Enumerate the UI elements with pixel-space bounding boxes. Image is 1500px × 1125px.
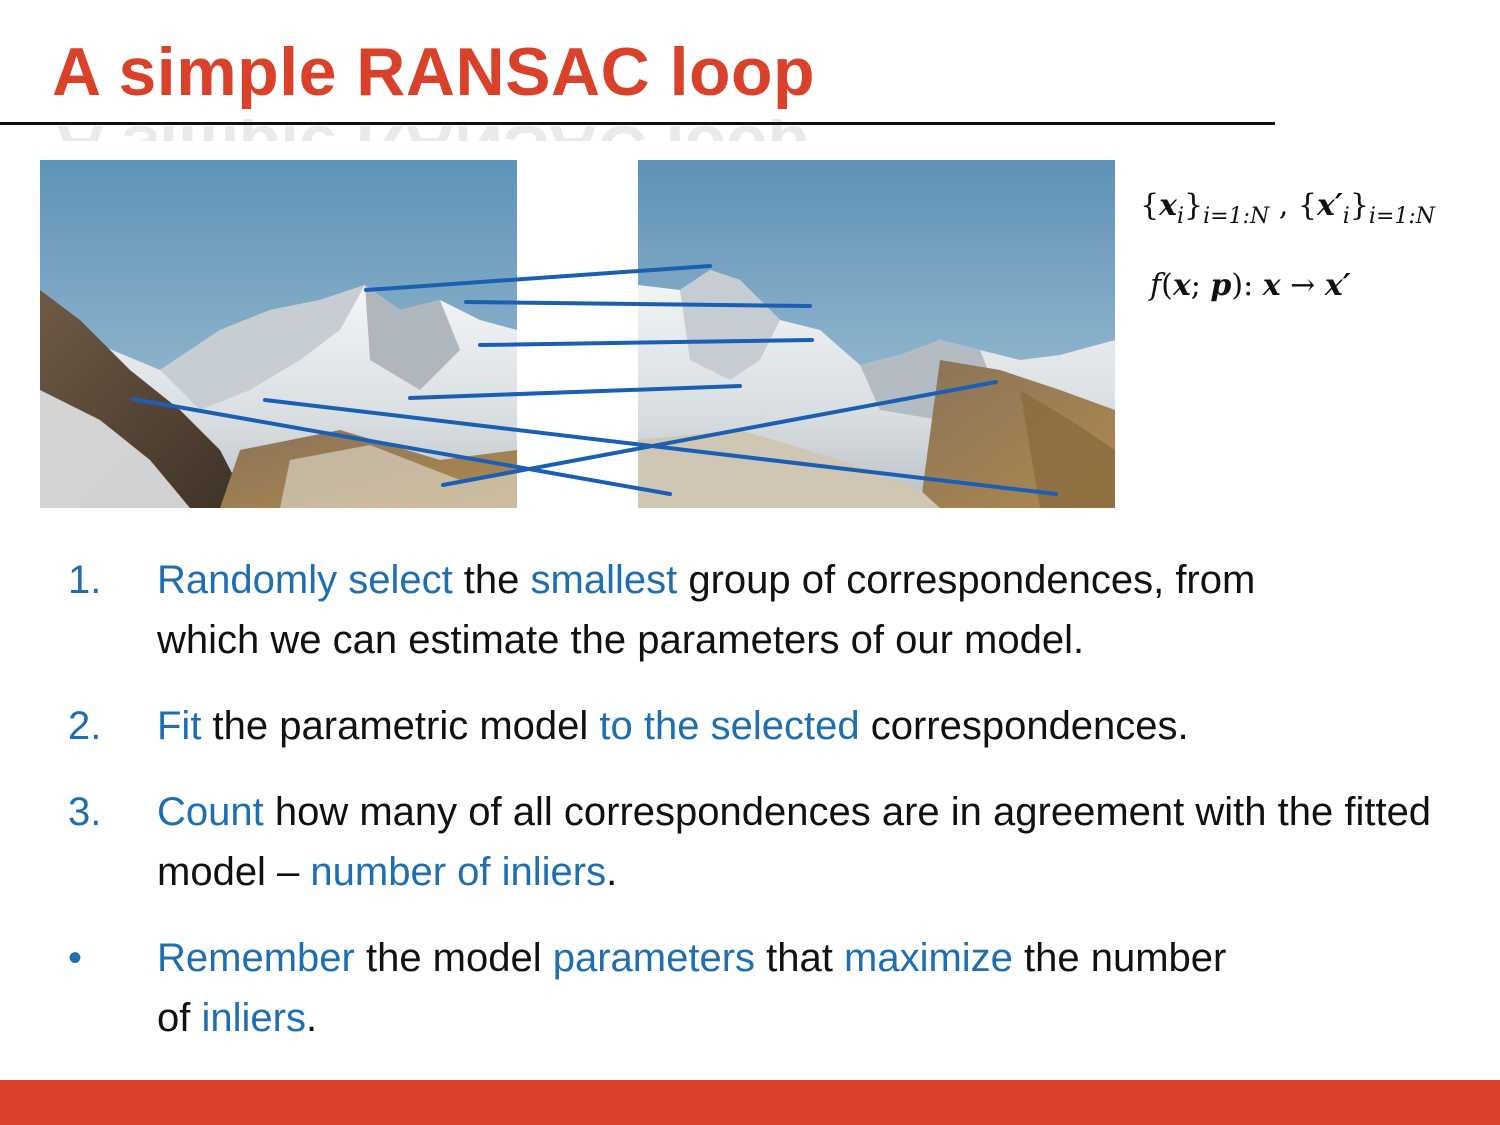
step-item: 3. Count how many of all correspondences …: [68, 782, 1457, 902]
step-keyword: to the selected: [599, 704, 860, 748]
step-keyword: maximize: [844, 936, 1013, 980]
mapping-formula: f(x; p): x → x′: [1150, 268, 1351, 303]
step-keyword: smallest: [530, 558, 678, 602]
step-keyword: Fit: [157, 704, 202, 748]
step-text: the parametric model: [201, 704, 600, 748]
mountain-photo-right: [638, 160, 1115, 508]
ransac-steps-list: 1. Randomly select the smallest group of …: [68, 550, 1468, 1074]
image-pair-canvas: [40, 160, 1115, 508]
step-keyword: Randomly select: [157, 558, 453, 602]
step-marker: •: [68, 936, 83, 980]
step-keyword: Remember: [157, 936, 355, 980]
step-item: 2. Fit the parametric model to the select…: [68, 696, 1500, 756]
correspondence-sets-formula: {xi}i=1:N , {x′i}i=1:N: [1140, 188, 1436, 229]
step-text: .: [305, 996, 318, 1040]
step-text: correspondences.: [859, 704, 1189, 748]
step-keyword: parameters: [552, 936, 756, 980]
footer-bar: [0, 1080, 1500, 1125]
step-keyword: inliers: [201, 996, 306, 1040]
step-text: the: [452, 558, 531, 602]
title-divider: [0, 122, 1275, 125]
image-pair: [40, 160, 1115, 508]
step-keyword: Count: [157, 790, 264, 834]
step-item: • Remember the model parameters that maxi…: [68, 928, 1257, 1048]
step-item: 1. Randomly select the smallest group of …: [68, 550, 1367, 670]
step-marker: 1.: [68, 558, 102, 602]
slide-title: A simple RANSAC loop: [52, 34, 816, 110]
step-text: .: [606, 850, 618, 894]
step-text: that: [755, 936, 844, 980]
step-marker: 3.: [68, 790, 102, 834]
step-keyword: number of inliers: [310, 850, 607, 894]
step-marker: 2.: [68, 704, 102, 748]
step-text: the model: [354, 936, 553, 980]
